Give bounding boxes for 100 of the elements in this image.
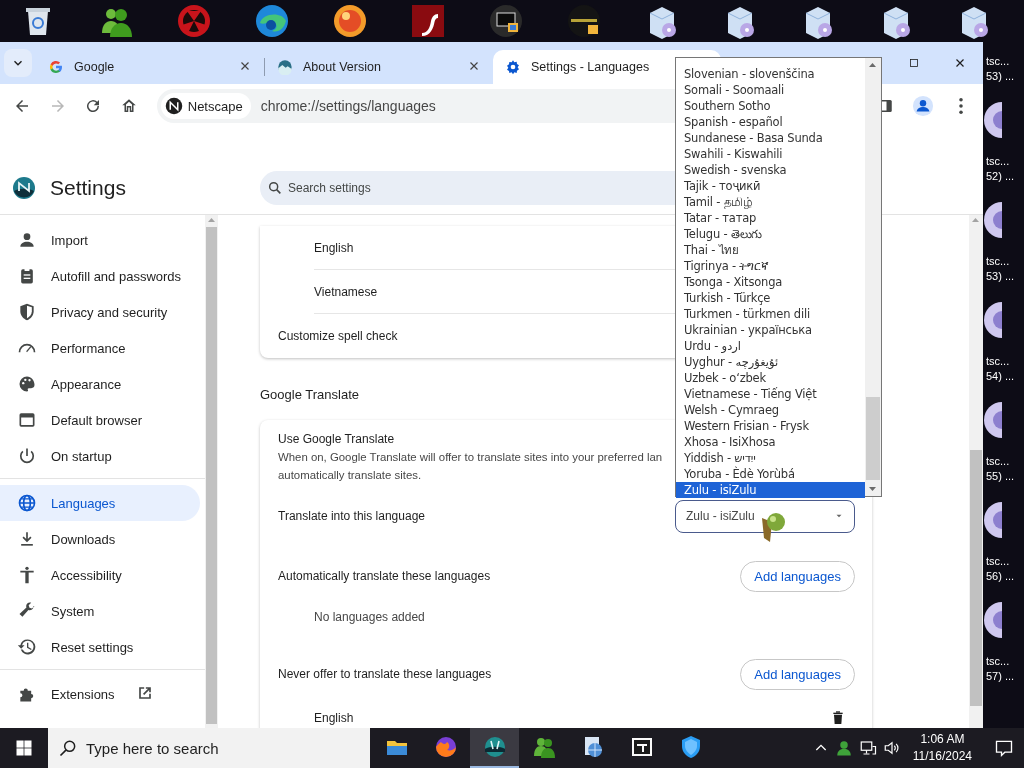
desktop-icon-label: 53) ... bbox=[986, 269, 1015, 284]
dark-orb-icon[interactable] bbox=[566, 3, 602, 39]
dropdown-option[interactable]: Yiddish - ייִדיש bbox=[676, 450, 865, 466]
dropdown-option[interactable]: Southern Sotho bbox=[676, 98, 865, 114]
tile-icon[interactable] bbox=[410, 3, 446, 39]
customize-spell-check-link[interactable]: Customize spell check bbox=[278, 329, 398, 343]
sidebar-item[interactable]: Privacy and security bbox=[0, 294, 200, 330]
swirl-icon[interactable] bbox=[254, 3, 290, 39]
dropdown-option[interactable]: Sundanese - Basa Sunda bbox=[676, 130, 865, 146]
shield-icon bbox=[17, 302, 37, 322]
dropdown-option[interactable]: Swahili - Kiswahili bbox=[676, 146, 865, 162]
dropdown-option[interactable]: Xhosa - IsiXhosa bbox=[676, 434, 865, 450]
windows-logo-icon bbox=[15, 739, 33, 757]
dropdown-option[interactable]: Western Frisian - Frysk bbox=[676, 418, 865, 434]
globe-icon bbox=[17, 493, 37, 513]
dropdown-option[interactable]: Ukrainian - українська bbox=[676, 322, 865, 338]
setting-description: When on, Google Translate will offer to translate sites into your preferred lan automatically translate sites. bbox=[278, 450, 663, 483]
accessibility-icon bbox=[17, 565, 37, 585]
taskbar-search-field[interactable]: Type here to search bbox=[48, 728, 370, 768]
person-icon bbox=[17, 230, 37, 250]
avatar-icon bbox=[912, 95, 934, 117]
desktop-icon-label: tsc... bbox=[986, 254, 1010, 269]
language-name: English bbox=[314, 240, 354, 255]
history-icon bbox=[17, 637, 37, 657]
google-g-icon bbox=[48, 59, 64, 75]
desktop-icon-label: tsc... bbox=[986, 154, 1010, 169]
desktop-icon-label: tsc... bbox=[986, 454, 1010, 469]
dropdown-option[interactable]: Telugu - తెలుగు bbox=[676, 226, 865, 242]
setting-label: Automatically translate these languages bbox=[278, 569, 491, 583]
dropdown-option[interactable]: Tigrinya - ትግርኛ bbox=[676, 258, 865, 274]
scroll-up-icon[interactable] bbox=[869, 63, 876, 67]
scrollbar[interactable] bbox=[865, 58, 881, 496]
desktop-icon-label: 57) ... bbox=[986, 669, 1015, 684]
delete-button[interactable] bbox=[830, 710, 846, 726]
desktop-icon-label: tsc... bbox=[986, 554, 1010, 569]
url-text: chrome://settings/languages bbox=[260, 98, 436, 114]
language-name: Vietnamese bbox=[314, 284, 378, 299]
sidebar-item[interactable]: Downloads bbox=[0, 521, 200, 557]
dropdown-option[interactable]: Uyghur - ئۇيغۇرچە bbox=[676, 354, 865, 370]
sidebar-item[interactable]: Extensions bbox=[0, 676, 200, 712]
scrollbar-thumb[interactable] bbox=[866, 397, 880, 480]
sidebar-item[interactable]: Accessibility bbox=[0, 557, 200, 593]
desktop-icon-label: 52) ... bbox=[986, 169, 1015, 184]
dropdown-option[interactable]: Turkmen - türkmen dili bbox=[676, 306, 865, 322]
desktop-icon-label: 55) ... bbox=[986, 469, 1015, 484]
browser-tab[interactable]: About Version bbox=[265, 50, 493, 84]
sidebar-item[interactable]: Performance bbox=[0, 330, 200, 366]
sidebar-item[interactable]: Languages bbox=[0, 485, 200, 521]
mountain-globe-icon bbox=[277, 59, 293, 75]
hazard-icon[interactable] bbox=[176, 3, 212, 39]
dropdown-option[interactable]: Urdu - اردو bbox=[676, 338, 865, 354]
trash-icon bbox=[830, 710, 846, 726]
scrollbar-thumb[interactable] bbox=[970, 450, 982, 706]
dropdown-option[interactable]: Tajik - тоҷикӣ bbox=[676, 178, 865, 194]
desktop-icon-label: tsc... bbox=[986, 354, 1010, 369]
taskbar-app[interactable] bbox=[470, 728, 519, 768]
power-icon bbox=[17, 446, 37, 466]
dropdown-option[interactable]: Tsonga - Xitsonga bbox=[676, 274, 865, 290]
scroll-down-icon[interactable] bbox=[869, 487, 876, 491]
volume-icon bbox=[882, 739, 901, 757]
sidebar-item[interactable]: System bbox=[0, 593, 200, 629]
dropdown-option[interactable]: Turkish - Türkçe bbox=[676, 290, 865, 306]
scrollbar[interactable] bbox=[205, 215, 218, 728]
palette-icon bbox=[17, 374, 37, 394]
language-select[interactable]: Zulu - isiZulu bbox=[675, 499, 855, 533]
network-icon bbox=[858, 739, 877, 757]
sidebar-item[interactable]: Autofill and passwords bbox=[0, 258, 200, 294]
browser-window-icon bbox=[17, 410, 37, 430]
dropdown-option[interactable]: Tatar - татар bbox=[676, 210, 865, 226]
setting-label: Never offer to translate these languages bbox=[278, 667, 492, 681]
desktop-icon-label: 53) ... bbox=[986, 69, 1015, 84]
dropdown-option[interactable]: Yoruba - Èdè Yorùbá bbox=[676, 466, 865, 482]
sidebar-item[interactable]: On startup bbox=[0, 438, 200, 474]
add-languages-button[interactable]: Add languages bbox=[740, 560, 855, 592]
monitor-icon[interactable] bbox=[488, 3, 524, 39]
gear-icon bbox=[505, 59, 521, 75]
dropdown-option[interactable]: Uzbek - o‘zbek bbox=[676, 370, 865, 386]
ball-icon[interactable] bbox=[332, 3, 368, 39]
desktop-icon-label: 56) ... bbox=[986, 569, 1015, 584]
person-icon bbox=[834, 739, 853, 757]
dropdown-option[interactable]: Vietnamese - Tiếng Việt bbox=[676, 386, 865, 402]
desktop-icon-label: 54) ... bbox=[986, 369, 1015, 384]
sidebar-item[interactable]: Reset settings bbox=[0, 629, 200, 665]
browser-tab[interactable]: Google bbox=[36, 50, 264, 84]
setting-title: Use Google Translate bbox=[278, 432, 395, 446]
search-icon bbox=[267, 180, 283, 196]
site-chip[interactable]: Netscape bbox=[160, 93, 251, 119]
sidebar-item[interactable]: Default browser bbox=[0, 402, 200, 438]
kebab-menu-icon bbox=[959, 98, 963, 114]
section-heading: Google Translate bbox=[260, 386, 359, 404]
scrollbar[interactable] bbox=[969, 215, 983, 728]
sidebar-item[interactable]: Appearance bbox=[0, 366, 200, 402]
dropdown-option[interactable]: Thai - ไทย bbox=[676, 242, 865, 258]
add-languages-button[interactable]: Add languages bbox=[740, 658, 855, 690]
maximize-icon bbox=[908, 57, 920, 69]
scrollbar-thumb[interactable] bbox=[206, 227, 217, 724]
clock[interactable]: 1:06 AM 11/16/2024 bbox=[906, 731, 978, 765]
dropdown-option[interactable]: Zulu - isiZulu bbox=[676, 482, 865, 498]
sidebar-item[interactable]: Import bbox=[0, 222, 200, 258]
dropdown-option[interactable]: Welsh - Cymraeg bbox=[676, 402, 865, 418]
